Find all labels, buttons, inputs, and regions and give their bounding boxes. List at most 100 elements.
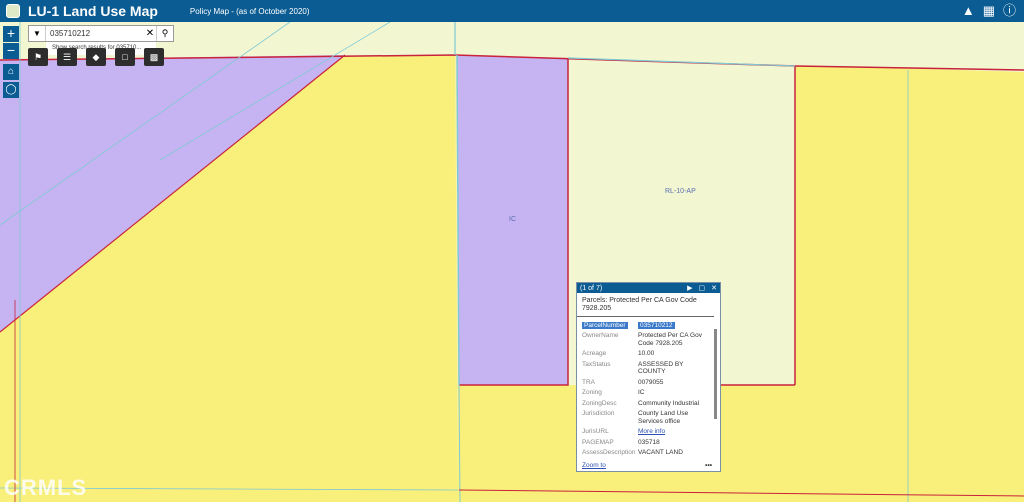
locate-icon: ◯ <box>5 84 17 95</box>
header-toolbar: ▲ ▦ ⓘ <box>962 3 1016 19</box>
attribute-key-text: JurisURL <box>582 428 609 435</box>
attribute-key-text: PAGEMAP <box>582 438 614 446</box>
attribute-row: Zoning IC <box>582 388 710 399</box>
attribute-key-text: Zoning <box>582 389 602 396</box>
attribute-value: 035718 <box>638 437 710 448</box>
attribute-row: TRA 0079055 <box>582 377 710 388</box>
attribute-value: IC <box>638 388 710 399</box>
attribute-value-text: VACANT LAND <box>638 449 683 456</box>
book-icon: □ <box>122 52 128 62</box>
maximize-icon[interactable]: ▢ <box>699 284 706 292</box>
attribute-key-text: ZoningDesc <box>582 399 617 407</box>
attribute-row: OwnerName Protected Per CA Gov Code 7928.… <box>582 331 710 349</box>
attribute-value: Community Industrial <box>638 398 710 409</box>
info-icon[interactable]: ⓘ <box>1003 3 1016 19</box>
attribute-key: AssessDescription <box>582 448 638 459</box>
attribute-row: JurisURL More info <box>582 427 710 438</box>
attribute-key: PAGEMAP <box>582 437 638 448</box>
popup-header: (1 of 7) ▶ ▢ ✕ <box>577 283 720 293</box>
feature-popup: (1 of 7) ▶ ▢ ✕ Parcels: Protected Per CA… <box>576 282 721 472</box>
attribute-value: 0079055 <box>638 377 710 388</box>
attribute-row: ZoningDesc Community Industrial <box>582 398 710 409</box>
shield-tool-button[interactable]: ⚑ <box>28 48 48 66</box>
popup-footer: Zoom to ••• <box>582 462 712 469</box>
attribute-key: JurisURL <box>582 427 638 438</box>
attribute-row: TaxStatus ASSESSED BY COUNTY <box>582 359 710 377</box>
attribute-row: Jurisdiction County Land Use Services off… <box>582 409 710 427</box>
attribute-value-text: ASSESSED BY COUNTY <box>638 360 684 376</box>
attribute-value-text: Community Industrial <box>638 399 700 407</box>
attribute-value: County Land Use Services office <box>638 409 710 427</box>
layers-icon: ◆ <box>92 52 100 62</box>
attribute-table: ParcelNumber 035710212 OwnerName Protected … <box>582 320 710 458</box>
print-icon: ▩ <box>149 52 159 62</box>
attribute-value: 10.00 <box>638 349 710 360</box>
app-header: LU-1 Land Use Map Policy Map - (as of Oc… <box>0 0 1024 22</box>
zoom-to-link[interactable]: Zoom to <box>582 462 606 469</box>
bookmark-tool-button[interactable]: □ <box>115 48 135 66</box>
parcel-right-yellow <box>795 66 1024 502</box>
popup-counter: (1 of 7) <box>580 284 603 292</box>
attribute-value-text: County Land Use Services office <box>638 410 689 425</box>
attribute-key: TaxStatus <box>582 359 638 377</box>
search-button[interactable]: ⚲ <box>156 26 173 41</box>
map-canvas[interactable] <box>0 0 1024 502</box>
search-input[interactable] <box>46 29 144 38</box>
attribute-key: Jurisdiction <box>582 409 638 427</box>
zone-label-rl: RL-10-AP <box>665 188 696 195</box>
attribute-key-text: TaxStatus <box>582 360 611 368</box>
app-subtitle: Policy Map - (as of October 2020) <box>189 7 310 16</box>
caret-down-icon: ▼ <box>33 29 41 38</box>
search-icon: ⚲ <box>161 28 169 38</box>
grid-icon[interactable]: ▦ <box>983 3 995 19</box>
zone-label-ic: IC <box>509 216 516 223</box>
search-box: ▼ ✕ ⚲ <box>28 25 174 42</box>
attribute-key-text: Acreage <box>582 350 607 357</box>
popup-scrollbar[interactable] <box>714 329 717 419</box>
attribute-value-text[interactable]: More info <box>638 428 665 435</box>
attribute-value: ASSESSED BY COUNTY <box>638 359 710 377</box>
attribute-value-text: 035710212 <box>638 321 675 329</box>
attribute-key-text: OwnerName <box>582 332 619 339</box>
attribute-key: ZoningDesc <box>582 398 638 409</box>
attribute-value-text: Protected Per CA Gov Code 7928.205 <box>638 332 702 347</box>
attribute-value: More info <box>638 427 710 438</box>
attribute-value: 035710212 <box>638 320 710 331</box>
locate-button[interactable]: ◯ <box>3 82 19 98</box>
attribute-row: AssessDescription VACANT LAND <box>582 448 710 459</box>
next-feature-icon[interactable]: ▶ <box>687 284 692 292</box>
attribute-key-text: TRA <box>582 378 595 386</box>
mortarboard-icon[interactable]: ▲ <box>962 3 975 19</box>
list-icon: ☰ <box>62 52 72 62</box>
attribute-value-text: IC <box>638 389 645 396</box>
print-tool-button[interactable]: ▩ <box>144 48 164 66</box>
attribute-row: Acreage 10.00 <box>582 349 710 360</box>
zoom-in-button[interactable]: + <box>3 26 19 42</box>
county-logo-icon <box>6 4 20 18</box>
watermark-text: CRMLS <box>4 475 88 500</box>
attribute-key: TRA <box>582 377 638 388</box>
zoom-control: + − <box>3 26 19 60</box>
clear-search-button[interactable]: ✕ <box>144 28 156 39</box>
app-title: LU-1 Land Use Map <box>28 3 158 19</box>
attribute-key-text: ParcelNumber <box>582 321 628 329</box>
close-icon: ✕ <box>145 28 155 39</box>
attribute-row: ParcelNumber 035710212 <box>582 320 710 331</box>
attribute-value: Protected Per CA Gov Code 7928.205 <box>638 331 710 349</box>
more-actions-icon[interactable]: ••• <box>705 462 712 469</box>
layers-tool-button[interactable]: ◆ <box>86 48 106 66</box>
home-button[interactable]: ⌂ <box>3 64 19 80</box>
attribute-value-text: 10.00 <box>638 350 655 357</box>
attribute-value-text: 0079055 <box>638 378 664 386</box>
home-icon: ⌂ <box>7 66 15 77</box>
legend-tool-button[interactable]: ☰ <box>57 48 77 66</box>
attribute-key: OwnerName <box>582 331 638 349</box>
popup-title: Parcels: Protected Per CA Gov Code 7928.… <box>577 293 714 317</box>
close-icon[interactable]: ✕ <box>711 284 717 292</box>
attribute-key-text: Jurisdiction <box>582 410 615 417</box>
zoom-out-button[interactable]: − <box>3 43 19 59</box>
search-source-dropdown[interactable]: ▼ <box>29 26 46 41</box>
attribute-value: VACANT LAND <box>638 448 710 459</box>
attribute-key: Acreage <box>582 349 638 360</box>
attribute-key-text: AssessDescription <box>582 449 636 456</box>
